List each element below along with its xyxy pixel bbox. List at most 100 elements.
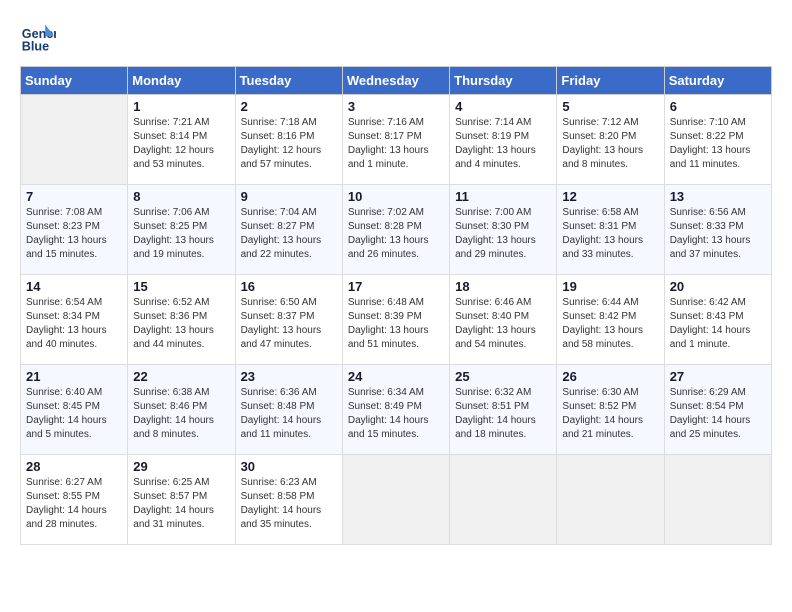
week-row-3: 21Sunrise: 6:40 AMSunset: 8:45 PMDayligh… [21,365,772,455]
col-header-friday: Friday [557,67,664,95]
day-number: 28 [26,459,122,474]
day-number: 25 [455,369,551,384]
calendar-cell: 7 Sunrise: 7:08 AMSunset: 8:23 PMDaylight… [21,185,128,275]
day-number: 26 [562,369,658,384]
calendar-cell [664,455,771,545]
day-number: 7 [26,189,122,204]
day-number: 13 [670,189,766,204]
week-row-1: 7 Sunrise: 7:08 AMSunset: 8:23 PMDaylight… [21,185,772,275]
calendar-cell: 9 Sunrise: 7:04 AMSunset: 8:27 PMDaylight… [235,185,342,275]
calendar-cell: 19Sunrise: 6:44 AMSunset: 8:42 PMDayligh… [557,275,664,365]
day-number: 6 [670,99,766,114]
day-number: 1 [133,99,229,114]
calendar-cell: 6 Sunrise: 7:10 AMSunset: 8:22 PMDaylight… [664,95,771,185]
calendar-cell: 18 Sunrise: 6:46 AMSunset: 8:40 PMDayligh… [450,275,557,365]
day-number: 19 [562,279,658,294]
day-info: Sunrise: 6:32 AMSunset: 8:51 PMDaylight:… [455,386,551,442]
day-number: 8 [133,189,229,204]
day-info: Sunrise: 6:56 AMSunset: 8:33 PMDaylight:… [670,206,766,262]
day-number: 16 [241,279,337,294]
day-info: Sunrise: 7:16 AMSunset: 8:17 PMDaylight:… [348,116,444,172]
day-number: 23 [241,369,337,384]
day-number: 4 [455,99,551,114]
calendar-cell: 21Sunrise: 6:40 AMSunset: 8:45 PMDayligh… [21,365,128,455]
week-row-0: 1Sunrise: 7:21 AMSunset: 8:14 PMDaylight… [21,95,772,185]
day-number: 12 [562,189,658,204]
calendar-cell: 30Sunrise: 6:23 AMSunset: 8:58 PMDayligh… [235,455,342,545]
day-number: 5 [562,99,658,114]
calendar-cell: 10Sunrise: 7:02 AMSunset: 8:28 PMDayligh… [342,185,449,275]
day-number: 24 [348,369,444,384]
day-info: Sunrise: 6:34 AMSunset: 8:49 PMDaylight:… [348,386,444,442]
day-number: 9 [241,189,337,204]
day-info: Sunrise: 6:27 AMSunset: 8:55 PMDaylight:… [26,476,122,532]
logo-icon: General Blue [20,20,56,56]
calendar-cell: 13 Sunrise: 6:56 AMSunset: 8:33 PMDayligh… [664,185,771,275]
day-info: Sunrise: 6:38 AMSunset: 8:46 PMDaylight:… [133,386,229,442]
day-info: Sunrise: 6:29 AMSunset: 8:54 PMDaylight:… [670,386,766,442]
calendar-cell: 3 Sunrise: 7:16 AMSunset: 8:17 PMDaylight… [342,95,449,185]
day-info: Sunrise: 6:42 AMSunset: 8:43 PMDaylight:… [670,296,766,352]
calendar-cell: 23 Sunrise: 6:36 AMSunset: 8:48 PMDayligh… [235,365,342,455]
day-info: Sunrise: 6:54 AMSunset: 8:34 PMDaylight:… [26,296,122,352]
day-info: Sunrise: 7:06 AMSunset: 8:25 PMDaylight:… [133,206,229,262]
calendar-cell: 8 Sunrise: 7:06 AMSunset: 8:25 PMDaylight… [128,185,235,275]
day-info: Sunrise: 7:14 AMSunset: 8:19 PMDaylight:… [455,116,551,172]
calendar-cell: 26 Sunrise: 6:30 AMSunset: 8:52 PMDayligh… [557,365,664,455]
calendar-cell: 22 Sunrise: 6:38 AMSunset: 8:46 PMDayligh… [128,365,235,455]
calendar-cell: 2 Sunrise: 7:18 AMSunset: 8:16 PMDaylight… [235,95,342,185]
day-number: 18 [455,279,551,294]
day-info: Sunrise: 6:36 AMSunset: 8:48 PMDaylight:… [241,386,337,442]
day-info: Sunrise: 6:30 AMSunset: 8:52 PMDaylight:… [562,386,658,442]
day-info: Sunrise: 7:18 AMSunset: 8:16 PMDaylight:… [241,116,337,172]
day-number: 15 [133,279,229,294]
day-info: Sunrise: 6:58 AMSunset: 8:31 PMDaylight:… [562,206,658,262]
calendar-cell: 4 Sunrise: 7:14 AMSunset: 8:19 PMDaylight… [450,95,557,185]
col-header-saturday: Saturday [664,67,771,95]
day-info: Sunrise: 6:23 AMSunset: 8:58 PMDaylight:… [241,476,337,532]
calendar-cell: 25 Sunrise: 6:32 AMSunset: 8:51 PMDayligh… [450,365,557,455]
day-number: 22 [133,369,229,384]
day-info: Sunrise: 7:00 AMSunset: 8:30 PMDaylight:… [455,206,551,262]
calendar-cell: 29 Sunrise: 6:25 AMSunset: 8:57 PMDayligh… [128,455,235,545]
calendar-table: SundayMondayTuesdayWednesdayThursdayFrid… [20,66,772,545]
calendar-cell: 27 Sunrise: 6:29 AMSunset: 8:54 PMDayligh… [664,365,771,455]
day-number: 3 [348,99,444,114]
day-number: 14 [26,279,122,294]
col-header-monday: Monday [128,67,235,95]
page-header: General Blue [20,20,772,56]
col-header-tuesday: Tuesday [235,67,342,95]
day-info: Sunrise: 6:46 AMSunset: 8:40 PMDaylight:… [455,296,551,352]
calendar-cell: 11 Sunrise: 7:00 AMSunset: 8:30 PMDayligh… [450,185,557,275]
col-header-sunday: Sunday [21,67,128,95]
day-number: 11 [455,189,551,204]
calendar-cell [557,455,664,545]
calendar-cell: 14 Sunrise: 6:54 AMSunset: 8:34 PMDayligh… [21,275,128,365]
calendar-cell: 1Sunrise: 7:21 AMSunset: 8:14 PMDaylight… [128,95,235,185]
day-number: 29 [133,459,229,474]
calendar-cell [450,455,557,545]
calendar-cell: 24 Sunrise: 6:34 AMSunset: 8:49 PMDayligh… [342,365,449,455]
day-info: Sunrise: 7:02 AMSunset: 8:28 PMDaylight:… [348,206,444,262]
svg-text:Blue: Blue [22,40,49,54]
day-info: Sunrise: 6:50 AMSunset: 8:37 PMDaylight:… [241,296,337,352]
day-info: Sunrise: 6:52 AMSunset: 8:36 PMDaylight:… [133,296,229,352]
calendar-cell [21,95,128,185]
day-info: Sunrise: 6:48 AMSunset: 8:39 PMDaylight:… [348,296,444,352]
day-info: Sunrise: 6:40 AMSunset: 8:45 PMDaylight:… [26,386,122,442]
calendar-cell: 28 Sunrise: 6:27 AMSunset: 8:55 PMDayligh… [21,455,128,545]
week-row-4: 28 Sunrise: 6:27 AMSunset: 8:55 PMDayligh… [21,455,772,545]
col-header-wednesday: Wednesday [342,67,449,95]
calendar-cell [342,455,449,545]
day-number: 27 [670,369,766,384]
day-info: Sunrise: 7:10 AMSunset: 8:22 PMDaylight:… [670,116,766,172]
calendar-cell: 5Sunrise: 7:12 AMSunset: 8:20 PMDaylight… [557,95,664,185]
day-info: Sunrise: 7:08 AMSunset: 8:23 PMDaylight:… [26,206,122,262]
col-header-thursday: Thursday [450,67,557,95]
calendar-cell: 12 Sunrise: 6:58 AMSunset: 8:31 PMDayligh… [557,185,664,275]
day-info: Sunrise: 7:04 AMSunset: 8:27 PMDaylight:… [241,206,337,262]
day-number: 2 [241,99,337,114]
day-info: Sunrise: 6:25 AMSunset: 8:57 PMDaylight:… [133,476,229,532]
day-number: 17 [348,279,444,294]
calendar-cell: 20Sunrise: 6:42 AMSunset: 8:43 PMDayligh… [664,275,771,365]
